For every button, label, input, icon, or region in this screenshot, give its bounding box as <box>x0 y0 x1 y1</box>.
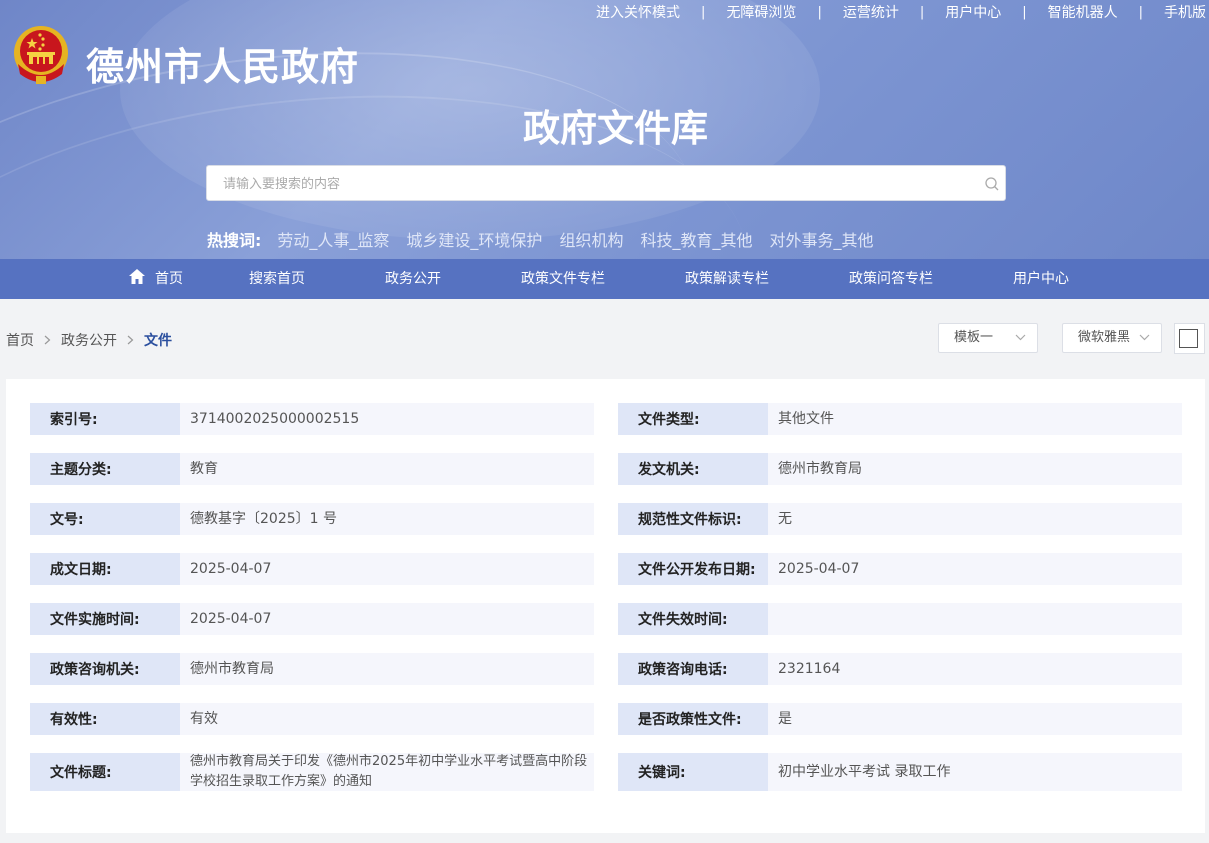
top-links: 进入关怀模式 | 无障碍浏览 | 运营统计 | 用户中心 | 智能机器人 | 手… <box>596 0 1209 24</box>
statistics-link[interactable]: 运营统计 <box>843 2 899 22</box>
field-value: 有效 <box>180 703 594 735</box>
info-row: 有效性: 有效 <box>30 703 594 735</box>
field-label: 是否政策性文件: <box>618 703 768 735</box>
field-value: 德州市教育局 <box>180 653 594 685</box>
chevron-right-icon <box>127 335 134 345</box>
breadcrumb-current: 文件 <box>144 333 172 349</box>
nav-gov-affairs[interactable]: 政务公开 <box>385 259 441 299</box>
field-value: 德教基字〔2025〕1 号 <box>180 503 594 535</box>
template-select[interactable]: 模板一 <box>938 323 1038 353</box>
info-row: 文件标题: 德州市教育局关于印发《德州市2025年初中学业水平考试暨高中阶段学校… <box>30 753 594 791</box>
info-row: 文件类型: 其他文件 <box>618 403 1182 435</box>
info-row: 是否政策性文件: 是 <box>618 703 1182 735</box>
document-title-value: 德州市教育局关于印发《德州市2025年初中学业水平考试暨高中阶段学校招生录取工作… <box>180 753 594 791</box>
national-emblem-icon <box>14 26 68 84</box>
main-nav: 首页 搜索首页 政务公开 政策文件专栏 政策解读专栏 政策问答专栏 用户中心 <box>0 259 1209 299</box>
field-label: 文件失效时间: <box>618 603 768 635</box>
field-label: 主题分类: <box>30 453 180 485</box>
field-label: 文号: <box>30 503 180 535</box>
search-icon[interactable] <box>984 176 1000 192</box>
field-value: 2025-04-07 <box>180 553 594 585</box>
info-row: 成文日期: 2025-04-07 <box>30 553 594 585</box>
mobile-link[interactable]: 手机版 <box>1164 2 1206 22</box>
template-select-value: 模板一 <box>954 330 994 345</box>
field-value: 教育 <box>180 453 594 485</box>
nav-policy-qa[interactable]: 政策问答专栏 <box>849 259 933 299</box>
info-row: 关键词: 初中学业水平考试 录取工作 <box>618 753 1182 791</box>
accessibility-link[interactable]: 无障碍浏览 <box>726 2 796 22</box>
font-select[interactable]: 微软雅黑 <box>1062 323 1162 353</box>
header-banner: 进入关怀模式 | 无障碍浏览 | 运营统计 | 用户中心 | 智能机器人 | 手… <box>0 0 1209 259</box>
file-info-panel: 索引号: 3714002025000002515 文件类型: 其他文件 主题分类… <box>6 379 1205 833</box>
separator: | <box>1138 4 1143 20</box>
care-mode-link[interactable]: 进入关怀模式 <box>596 2 680 22</box>
site-title: 德州市人民政府 <box>86 45 360 89</box>
chevron-down-icon <box>1015 334 1026 341</box>
field-label: 文件实施时间: <box>30 603 180 635</box>
nav-search-home[interactable]: 搜索首页 <box>249 259 305 299</box>
hot-search-keyword[interactable]: 科技_教育_其他 <box>640 227 752 251</box>
field-label: 规范性文件标识: <box>618 503 768 535</box>
field-value: 2025-04-07 <box>180 603 594 635</box>
hot-search-keyword[interactable]: 组织机构 <box>559 227 623 251</box>
hot-search-label: 热搜词: <box>207 231 262 250</box>
info-row: 发文机关: 德州市教育局 <box>618 453 1182 485</box>
field-label: 文件类型: <box>618 403 768 435</box>
field-label: 政策咨询机关: <box>30 653 180 685</box>
nav-home[interactable]: 首页 <box>129 259 183 299</box>
search-box <box>206 165 1006 202</box>
info-row: 文号: 德教基字〔2025〕1 号 <box>30 503 594 535</box>
info-row: 规范性文件标识: 无 <box>618 503 1182 535</box>
page-title: 政府文件库 <box>523 107 708 150</box>
field-value: 初中学业水平考试 录取工作 <box>768 753 1182 791</box>
hot-search: 热搜词: 劳动_人事_监察 城乡建设_环境保护 组织机构 科技_教育_其他 对外… <box>207 227 890 251</box>
field-label: 文件公开发布日期: <box>618 553 768 585</box>
hot-search-keyword[interactable]: 劳动_人事_监察 <box>277 227 389 251</box>
user-center-link[interactable]: 用户中心 <box>945 2 1001 22</box>
field-label: 索引号: <box>30 403 180 435</box>
display-toggle[interactable] <box>1174 323 1205 354</box>
field-value <box>768 603 1182 635</box>
field-label: 关键词: <box>618 753 768 791</box>
info-row: 文件实施时间: 2025-04-07 <box>30 603 594 635</box>
nav-home-label: 首页 <box>155 271 183 287</box>
field-value: 2025-04-07 <box>768 553 1182 585</box>
home-icon <box>129 269 145 284</box>
chevron-down-icon <box>1139 334 1150 341</box>
nav-policy-interpretation[interactable]: 政策解读专栏 <box>685 259 769 299</box>
nav-user-center[interactable]: 用户中心 <box>1013 259 1069 299</box>
separator: | <box>919 4 925 20</box>
breadcrumb-home[interactable]: 首页 <box>6 330 34 350</box>
checkbox-icon <box>1179 329 1198 348</box>
separator: | <box>1022 4 1027 20</box>
field-value: 无 <box>768 503 1182 535</box>
field-value: 2321164 <box>768 653 1182 685</box>
field-value: 是 <box>768 703 1182 735</box>
field-label: 政策咨询电话: <box>618 653 768 685</box>
font-select-value: 微软雅黑 <box>1078 330 1131 345</box>
field-value: 3714002025000002515 <box>180 403 594 435</box>
info-row: 文件公开发布日期: 2025-04-07 <box>618 553 1182 585</box>
chevron-right-icon <box>44 335 51 345</box>
field-label: 发文机关: <box>618 453 768 485</box>
info-row: 文件失效时间: <box>618 603 1182 635</box>
hot-search-keyword[interactable]: 城乡建设_环境保护 <box>406 227 542 251</box>
hot-search-keyword[interactable]: 对外事务_其他 <box>769 227 873 251</box>
robot-link[interactable]: 智能机器人 <box>1048 2 1118 22</box>
field-label: 文件标题: <box>30 753 180 791</box>
info-row: 政策咨询机关: 德州市教育局 <box>30 653 594 685</box>
nav-policy-files[interactable]: 政策文件专栏 <box>521 259 605 299</box>
field-value: 其他文件 <box>768 403 1182 435</box>
field-value: 德州市教育局 <box>768 453 1182 485</box>
breadcrumb: 首页 政务公开 文件 <box>6 330 172 350</box>
info-row: 主题分类: 教育 <box>30 453 594 485</box>
field-label: 成文日期: <box>30 553 180 585</box>
info-row: 索引号: 3714002025000002515 <box>30 403 594 435</box>
breadcrumb-gov-affairs[interactable]: 政务公开 <box>61 330 117 350</box>
field-label: 有效性: <box>30 703 180 735</box>
separator: | <box>701 4 706 20</box>
info-row: 政策咨询电话: 2321164 <box>618 653 1182 685</box>
search-input[interactable] <box>221 166 965 202</box>
separator: | <box>817 4 822 20</box>
